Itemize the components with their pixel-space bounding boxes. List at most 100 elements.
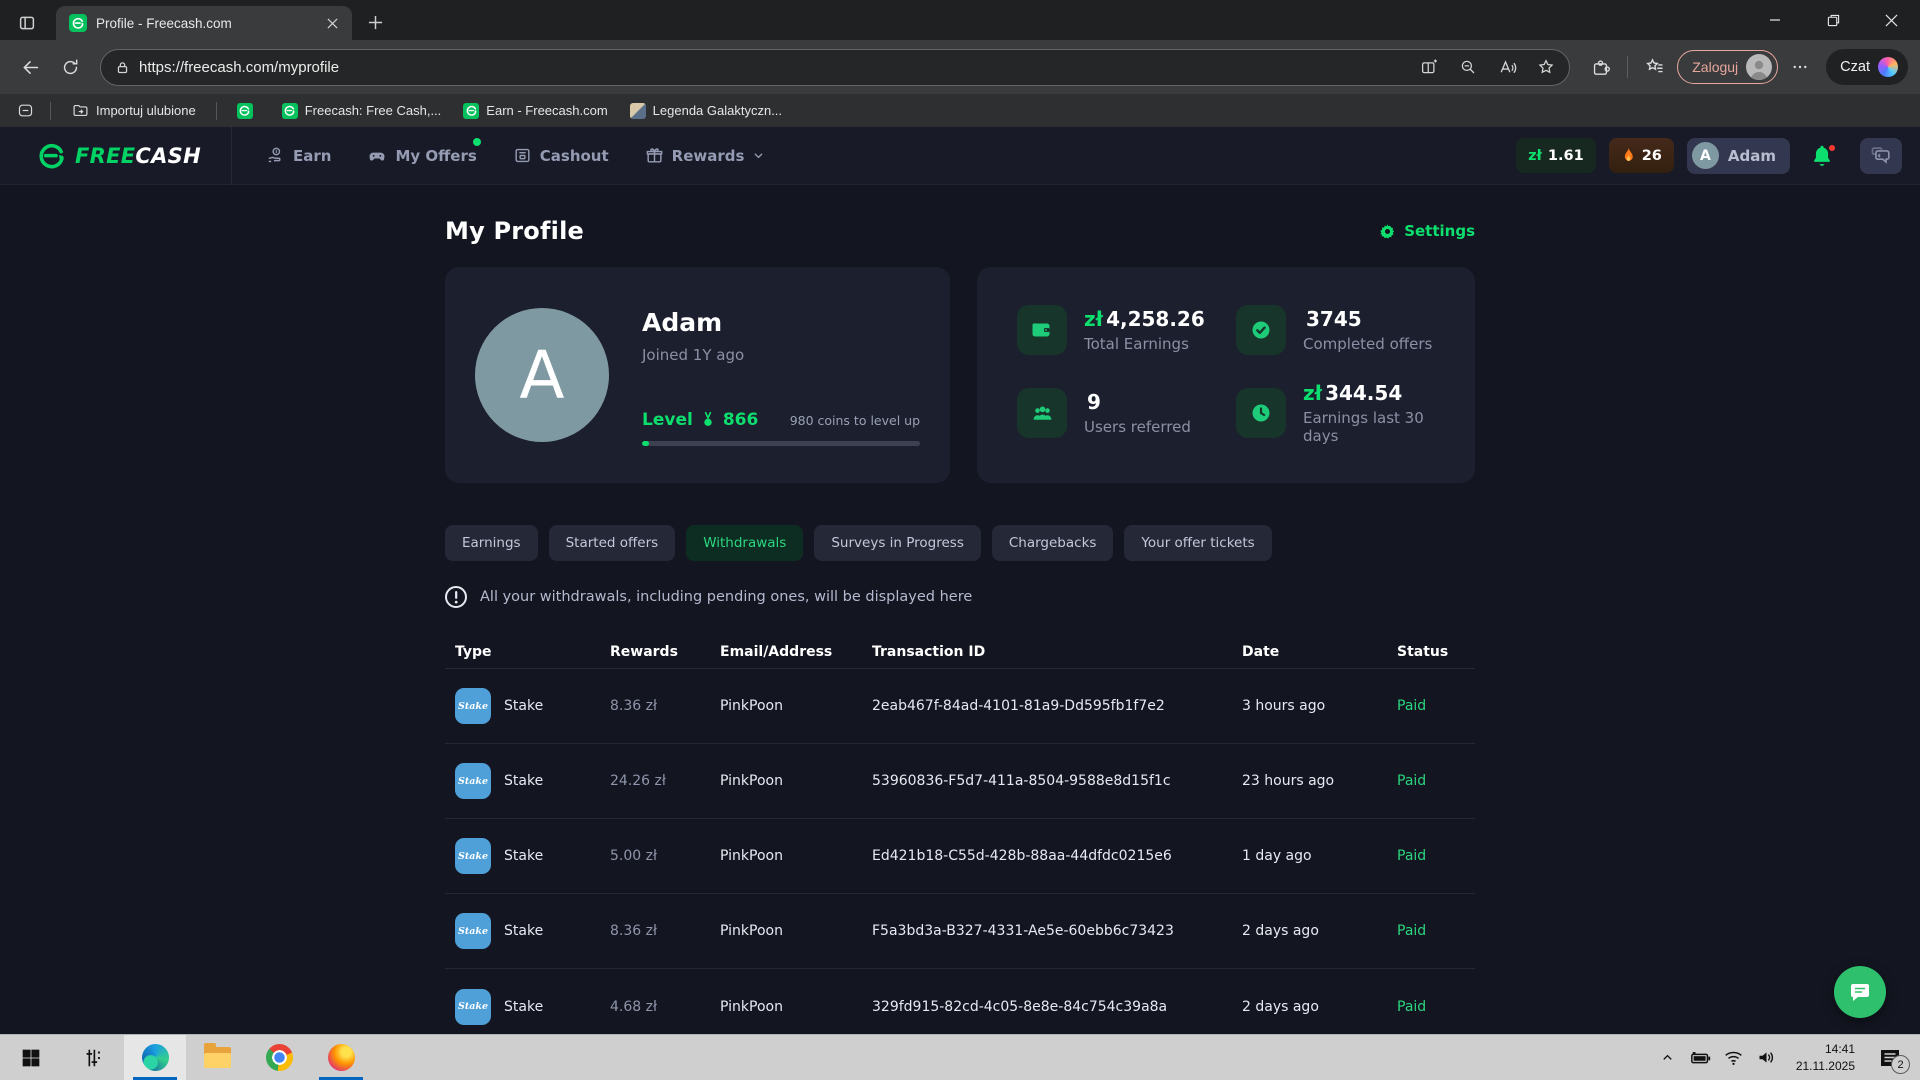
tray-chevron-icon[interactable]: [1656, 1046, 1680, 1070]
tab-chargebacks[interactable]: Chargebacks: [992, 525, 1114, 561]
taskbar-firefox-button[interactable]: [310, 1035, 372, 1080]
flame-icon: [1621, 147, 1636, 164]
taskbar-explorer-button[interactable]: [186, 1035, 248, 1080]
browser-avatar-icon: [1746, 54, 1772, 80]
bookmark-freecash-earn[interactable]: Earn - Freecash.com: [455, 98, 615, 124]
info-text: All your withdrawals, including pending …: [480, 589, 972, 605]
firefox-icon: [328, 1044, 355, 1071]
taskbar-chrome-button[interactable]: [248, 1035, 310, 1080]
taskbar: 14:41 21.11.2025 2: [0, 1034, 1920, 1080]
row-email: PinkPoon: [720, 923, 872, 939]
row-date: 3 hours ago: [1242, 698, 1397, 714]
row-date: 2 days ago: [1242, 999, 1397, 1015]
tab-surveys-in-progress[interactable]: Surveys in Progress: [814, 525, 981, 561]
bookmark-freecash-home[interactable]: Freecash: Free Cash,...: [274, 98, 450, 124]
notifications-bell-icon[interactable]: [1809, 143, 1835, 169]
nav-earn[interactable]: Earn: [266, 146, 331, 165]
address-bar[interactable]: https://freecash.com/myprofile: [100, 49, 1570, 86]
close-button[interactable]: [1862, 0, 1920, 40]
volume-icon[interactable]: [1755, 1046, 1779, 1070]
restore-button[interactable]: [1804, 0, 1862, 40]
gear-icon: [1379, 223, 1396, 240]
notification-center-icon[interactable]: 2: [1870, 1035, 1910, 1080]
tab-actions-icon[interactable]: [8, 6, 46, 40]
refresh-icon[interactable]: [52, 49, 88, 85]
check-circle-icon: [1236, 305, 1286, 355]
bookmarks-sidebar-icon[interactable]: [12, 99, 38, 123]
bookmark-import-favorites[interactable]: Importuj ulubione: [63, 98, 204, 124]
profile-card: A Adam Joined 1Y ago Level 866 980 coins…: [445, 267, 950, 483]
user-avatar: A: [1692, 142, 1719, 169]
tab-started-offers[interactable]: Started offers: [549, 525, 676, 561]
nav-rewards[interactable]: Rewards: [645, 146, 766, 165]
taskbar-clock[interactable]: 14:41 21.11.2025: [1796, 1041, 1855, 1073]
settings-label: Settings: [1404, 222, 1475, 240]
favorites-bar-icon[interactable]: [1637, 49, 1673, 85]
minimize-button[interactable]: [1746, 0, 1804, 40]
screen: Profile - Freecash.com https://freecash.…: [0, 0, 1920, 1080]
column-header-type: Type: [455, 644, 610, 660]
bookmark-legenda[interactable]: Legenda Galaktyczn...: [622, 98, 790, 124]
row-transaction-id: F5a3bd3a-B327-4331-Ae5e-60ebb6c73423: [872, 923, 1242, 939]
nav-cashout[interactable]: Cashout: [513, 146, 609, 165]
row-type: Stake: [504, 698, 543, 714]
freecash-favicon: [463, 103, 479, 119]
info-icon: [445, 586, 467, 608]
stat-value: 3745: [1306, 307, 1362, 331]
table-row: Stake Stake 4.68 zł PinkPoon 329fd915-82…: [445, 969, 1475, 1034]
start-button[interactable]: [0, 1035, 62, 1080]
bookmark-freecash-plain[interactable]: [229, 98, 268, 124]
page-content: FREECASH Earn My Offers Cashout Rewards: [0, 127, 1920, 1034]
favorite-star-icon[interactable]: [1531, 52, 1561, 82]
stat-value: 4,258.26: [1106, 307, 1205, 331]
copilot-chat-button[interactable]: Czat: [1826, 49, 1908, 85]
wifi-icon[interactable]: [1722, 1046, 1746, 1070]
user-menu[interactable]: A Adam: [1687, 138, 1790, 174]
balance-badge[interactable]: zł 1.61: [1516, 138, 1596, 173]
new-tab-button[interactable]: [360, 7, 390, 37]
users-icon: [1017, 388, 1067, 438]
extensions-icon[interactable]: [1582, 49, 1618, 85]
tab-close-icon[interactable]: [321, 12, 343, 34]
row-reward: 4.68 zł: [610, 999, 720, 1015]
tab-earnings[interactable]: Earnings: [445, 525, 538, 561]
battery-icon[interactable]: [1689, 1046, 1713, 1070]
browser-signin-button[interactable]: Zaloguj: [1677, 50, 1778, 84]
row-type: Stake: [504, 773, 543, 789]
logo-cash: CASH: [135, 144, 201, 168]
table-header: Type Rewards Email/Address Transaction I…: [445, 635, 1475, 669]
split-screen-icon[interactable]: [1414, 52, 1444, 82]
taskbar-edge-button[interactable]: [124, 1035, 186, 1080]
streak-badge[interactable]: 26: [1609, 138, 1674, 173]
read-aloud-icon[interactable]: [1492, 52, 1522, 82]
nav-my-offers[interactable]: My Offers: [367, 146, 476, 166]
back-icon[interactable]: [12, 49, 48, 85]
chevron-down-icon: [752, 149, 765, 162]
tab-your-offer-tickets[interactable]: Your offer tickets: [1124, 525, 1271, 561]
tab-withdrawals[interactable]: Withdrawals: [686, 525, 803, 561]
browser-tab[interactable]: Profile - Freecash.com: [56, 6, 352, 40]
column-header-rewards: Rewards: [610, 644, 720, 660]
signin-label: Zaloguj: [1692, 59, 1738, 75]
bookmark-label: Importuj ulubione: [96, 103, 196, 118]
stake-icon: Stake: [455, 688, 491, 724]
settings-button[interactable]: Settings: [1379, 222, 1475, 240]
browser-menu-icon[interactable]: [1782, 49, 1818, 85]
support-chat-button[interactable]: [1834, 966, 1886, 1018]
lock-icon: [115, 60, 130, 75]
copilot-chat-label: Czat: [1840, 59, 1870, 75]
site-chat-icon[interactable]: [1860, 138, 1902, 174]
freecash-logo[interactable]: FREECASH: [38, 142, 201, 169]
row-type: Stake: [504, 848, 543, 864]
pinned-app-icon[interactable]: [62, 1035, 124, 1080]
stake-icon: Stake: [455, 763, 491, 799]
withdrawals-info: All your withdrawals, including pending …: [445, 586, 1475, 608]
profile-avatar: A: [475, 308, 609, 442]
medal-icon: [700, 411, 716, 429]
column-header-date: Date: [1242, 644, 1397, 660]
wallet-icon: [1017, 305, 1067, 355]
game-avatar-favicon: [630, 103, 646, 119]
row-reward: 8.36 zł: [610, 923, 720, 939]
zoom-out-icon[interactable]: [1453, 52, 1483, 82]
url-text[interactable]: https://freecash.com/myprofile: [139, 59, 1405, 76]
